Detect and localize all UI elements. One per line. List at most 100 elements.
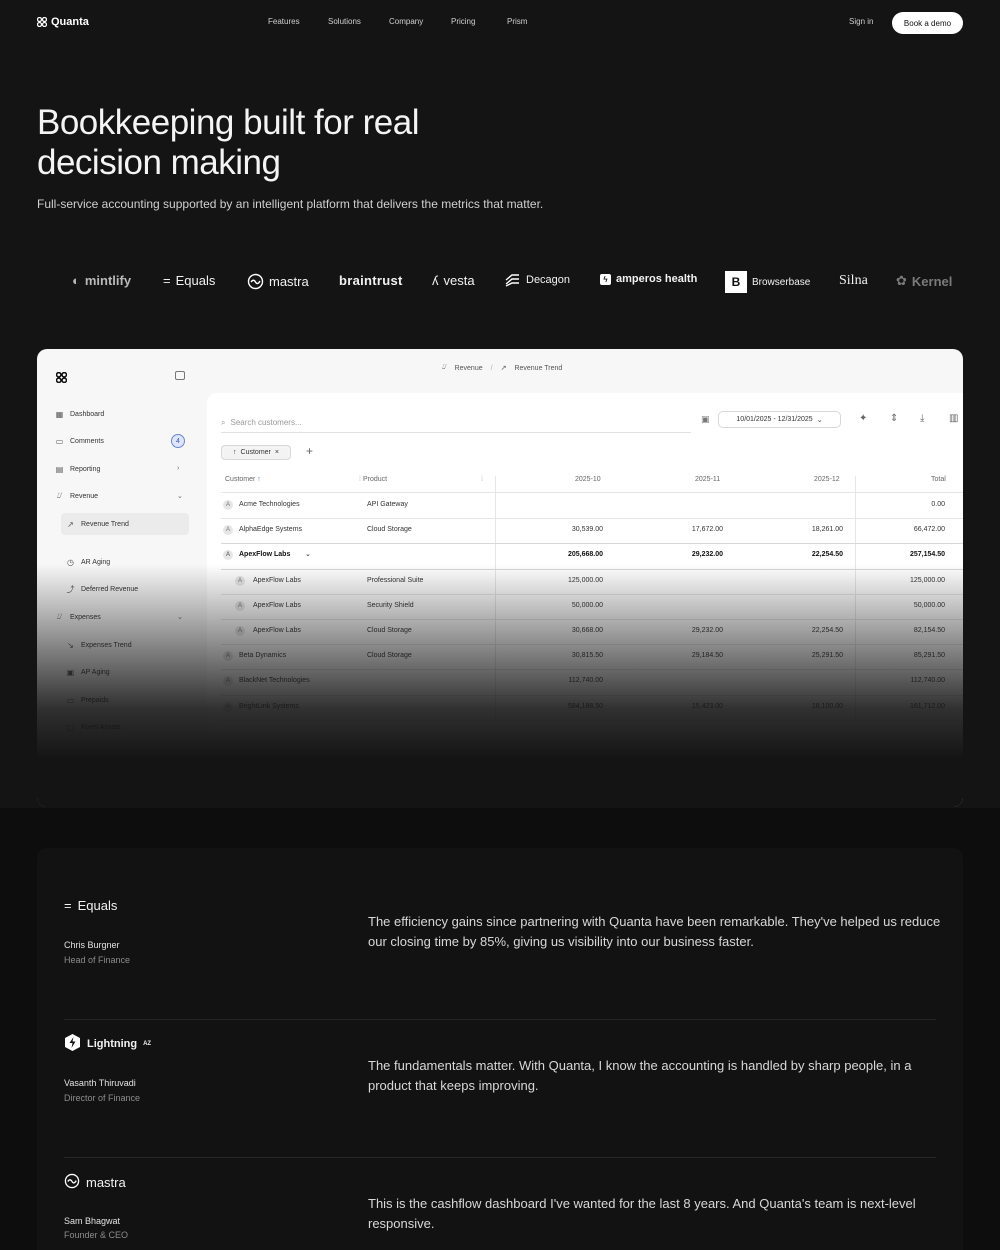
brand-logo[interactable]: Quanta [37, 16, 89, 28]
download-icon[interactable]: ⤓ [920, 413, 924, 424]
compress-icon[interactable]: ⇕ [890, 413, 898, 424]
cell-value: 25,291.50 [811, 652, 843, 660]
revenue-icon: ⌰ [56, 491, 63, 500]
sidebar-item-prepaids[interactable]: ▭ Prepaids [66, 693, 109, 707]
sidebar-toggle-icon[interactable] [175, 371, 185, 380]
brand-name: Quanta [51, 16, 89, 28]
sign-in-link[interactable]: Sign in [849, 17, 873, 26]
column-header-2025-11[interactable]: 2025-11 [695, 476, 720, 483]
prepaid-icon: ▭ [66, 695, 75, 705]
testimonial-quote: The fundamentals matter. With Quanta, I … [368, 1058, 912, 1093]
add-filter-icon[interactable]: + [306, 444, 313, 458]
close-icon[interactable]: × [275, 449, 279, 456]
column-header-2025-12[interactable]: 2025-12 [814, 476, 840, 483]
table-row[interactable]: A BlackNet Technologies 112,740.00 112,740.… [221, 669, 963, 694]
cell-product: Cloud Storage [367, 526, 412, 534]
sidebar-item-revenue[interactable]: ⌰ Revenue [55, 489, 98, 503]
calendar-icon: ▣ [701, 414, 710, 424]
sidebar-item-dashboard[interactable]: ▦ Dashboard [55, 407, 105, 421]
book-demo-button[interactable]: Book a demo [892, 12, 963, 34]
hero-title-line1: Bookkeeping built for real [37, 103, 419, 142]
cell-product: Cloud Storage [367, 627, 412, 634]
sidebar-item-ap-aging[interactable]: ▣ AP Aging [66, 665, 110, 679]
sidebar-item-comments[interactable]: ▭ Comments [55, 434, 104, 448]
table-row[interactable]: A ApexFlow Labs Cloud Storage 30,668.00 29,2… [221, 619, 963, 644]
cell-product: API Gateway [367, 501, 408, 508]
customer-avatar: A [235, 575, 245, 586]
customer-avatar: A [223, 651, 233, 662]
table-row[interactable]: A ApexFlow Labs Security Shield 50,000.00 50… [221, 594, 963, 619]
search-input[interactable]: ⌕ Search customers... [221, 413, 691, 433]
column-header-total[interactable]: Total [931, 476, 946, 483]
testimonial-role: Founder & CEO [64, 1230, 129, 1240]
nav-link-company[interactable]: Company [389, 17, 451, 26]
table-row[interactable]: A ApexFlow Labs ⌄ 205,668.00 29,232.00 22,254… [221, 543, 963, 568]
table-row[interactable]: A BrightLink Systems 584,188.50 15,423.00 18… [221, 695, 963, 720]
nav-link-solutions[interactable]: Solutions [328, 17, 389, 26]
hero-title-line2: decision making [37, 143, 281, 182]
search-icon: ⌕ [221, 417, 226, 427]
cell-value: 22,254.50 [811, 551, 843, 559]
sparkle-icon[interactable]: ✦ [859, 413, 867, 424]
breadcrumb-revenue[interactable]: Revenue [455, 365, 483, 372]
cell-customer: BrightLink Systems [239, 702, 299, 710]
vesta-icon: ʎ [432, 273, 439, 288]
logo-mastra: mastra [247, 273, 309, 290]
column-header-2025-10[interactable]: 2025-10 [575, 476, 601, 483]
cell-customer: Beta Dynamics [239, 652, 287, 660]
columns-icon[interactable]: ▥ [949, 413, 958, 424]
column-header-product[interactable]: Product [363, 476, 387, 483]
mintlify-icon: ◐ [72, 273, 80, 288]
logo-amperos-health: ϟ amperos health [600, 273, 697, 285]
customer-filter-chip[interactable]: ↑ Customer × [221, 445, 291, 460]
sidebar-item-deferred-revenue[interactable]: ⤴ Deferred Revenue [66, 582, 139, 596]
table-row[interactable]: A Acme Technologies API Gateway 0.00 [221, 493, 963, 518]
kernel-icon: ✿ [896, 273, 907, 288]
column-resize-icon[interactable]: ⁞ [359, 476, 361, 483]
chevron-down-icon[interactable]: ⌄ [305, 550, 311, 558]
cell-product: Cloud Storage [367, 652, 412, 660]
table-row[interactable]: A ApexFlow Labs Professional Suite 125,000.… [221, 569, 963, 594]
table-row[interactable]: A Beta Dynamics Cloud Storage 30,815.50 29,1… [221, 644, 963, 669]
sort-asc-icon: ↑ [257, 476, 261, 483]
customer-avatar: A [223, 676, 233, 687]
cell-value: 29,232.00 [691, 627, 723, 634]
date-range-select[interactable]: 10/01/2025 - 12/31/2025 ⌄ [718, 411, 841, 428]
logo-silna: Silna [839, 273, 868, 288]
column-resize-icon[interactable]: ⁞ [481, 476, 483, 483]
cell-value: 18,100.00 [811, 702, 843, 710]
nav-link-pricing[interactable]: Pricing [451, 17, 507, 26]
testimonial-role: Head of Finance [64, 955, 131, 965]
search-placeholder: Search customers... [230, 418, 302, 427]
nav-link-features[interactable]: Features [268, 17, 328, 26]
customer-avatar: A [235, 600, 245, 611]
table-row[interactable]: A AlphaEdge Systems Cloud Storage 30,539.00… [221, 518, 963, 543]
cell-customer: ApexFlow Labs [253, 601, 301, 609]
cell-value: 82,154.50 [913, 627, 945, 634]
bar-chart-icon: ⌰ [442, 364, 447, 371]
sidebar-item-ar-aging[interactable]: ◷ AR Aging [66, 555, 110, 569]
column-header-customer[interactable]: Customer ↑ [225, 476, 261, 483]
comments-count-badge: 4 [171, 434, 185, 448]
testimonial-name: Vasanth Thiruvadi [64, 1078, 136, 1088]
cell-customer: BlackNet Technologies [239, 677, 310, 685]
main-panel: ⌕ Search customers... ▣ 10/01/2025 - 12/… [207, 393, 963, 807]
expenses-icon: ⌰ [56, 612, 63, 621]
cell-value: 112,740.00 [910, 677, 945, 685]
cell-value: 17,672.00 [691, 526, 723, 534]
cell-customer: ApexFlow Labs [253, 627, 301, 634]
sidebar-item-reporting[interactable]: ▤ Reporting [55, 462, 101, 476]
testimonial-quote: This is the cashflow dashboard I've want… [368, 1196, 916, 1231]
cell-value: 22,254.50 [811, 627, 843, 634]
sidebar-item-expenses-trend[interactable]: ↘ Expenses Trend [66, 638, 131, 652]
mastra-icon [64, 1173, 80, 1192]
sidebar-item-revenue-trend[interactable]: ↗ Revenue Trend [66, 517, 129, 531]
sidebar-item-expenses[interactable]: ⌰ Expenses [55, 610, 101, 624]
testimonial-divider [64, 1019, 936, 1020]
sidebar-item-fixed-assets[interactable]: ▢ Fixed Assets [66, 720, 121, 734]
testimonials-card [37, 848, 963, 1250]
date-range-value: 10/01/2025 - 12/31/2025 [736, 416, 813, 423]
breadcrumb-revenue-trend[interactable]: Revenue Trend [514, 365, 562, 372]
nav-link-prism[interactable]: Prism [507, 17, 527, 26]
cell-value: 29,184.50 [691, 652, 723, 660]
